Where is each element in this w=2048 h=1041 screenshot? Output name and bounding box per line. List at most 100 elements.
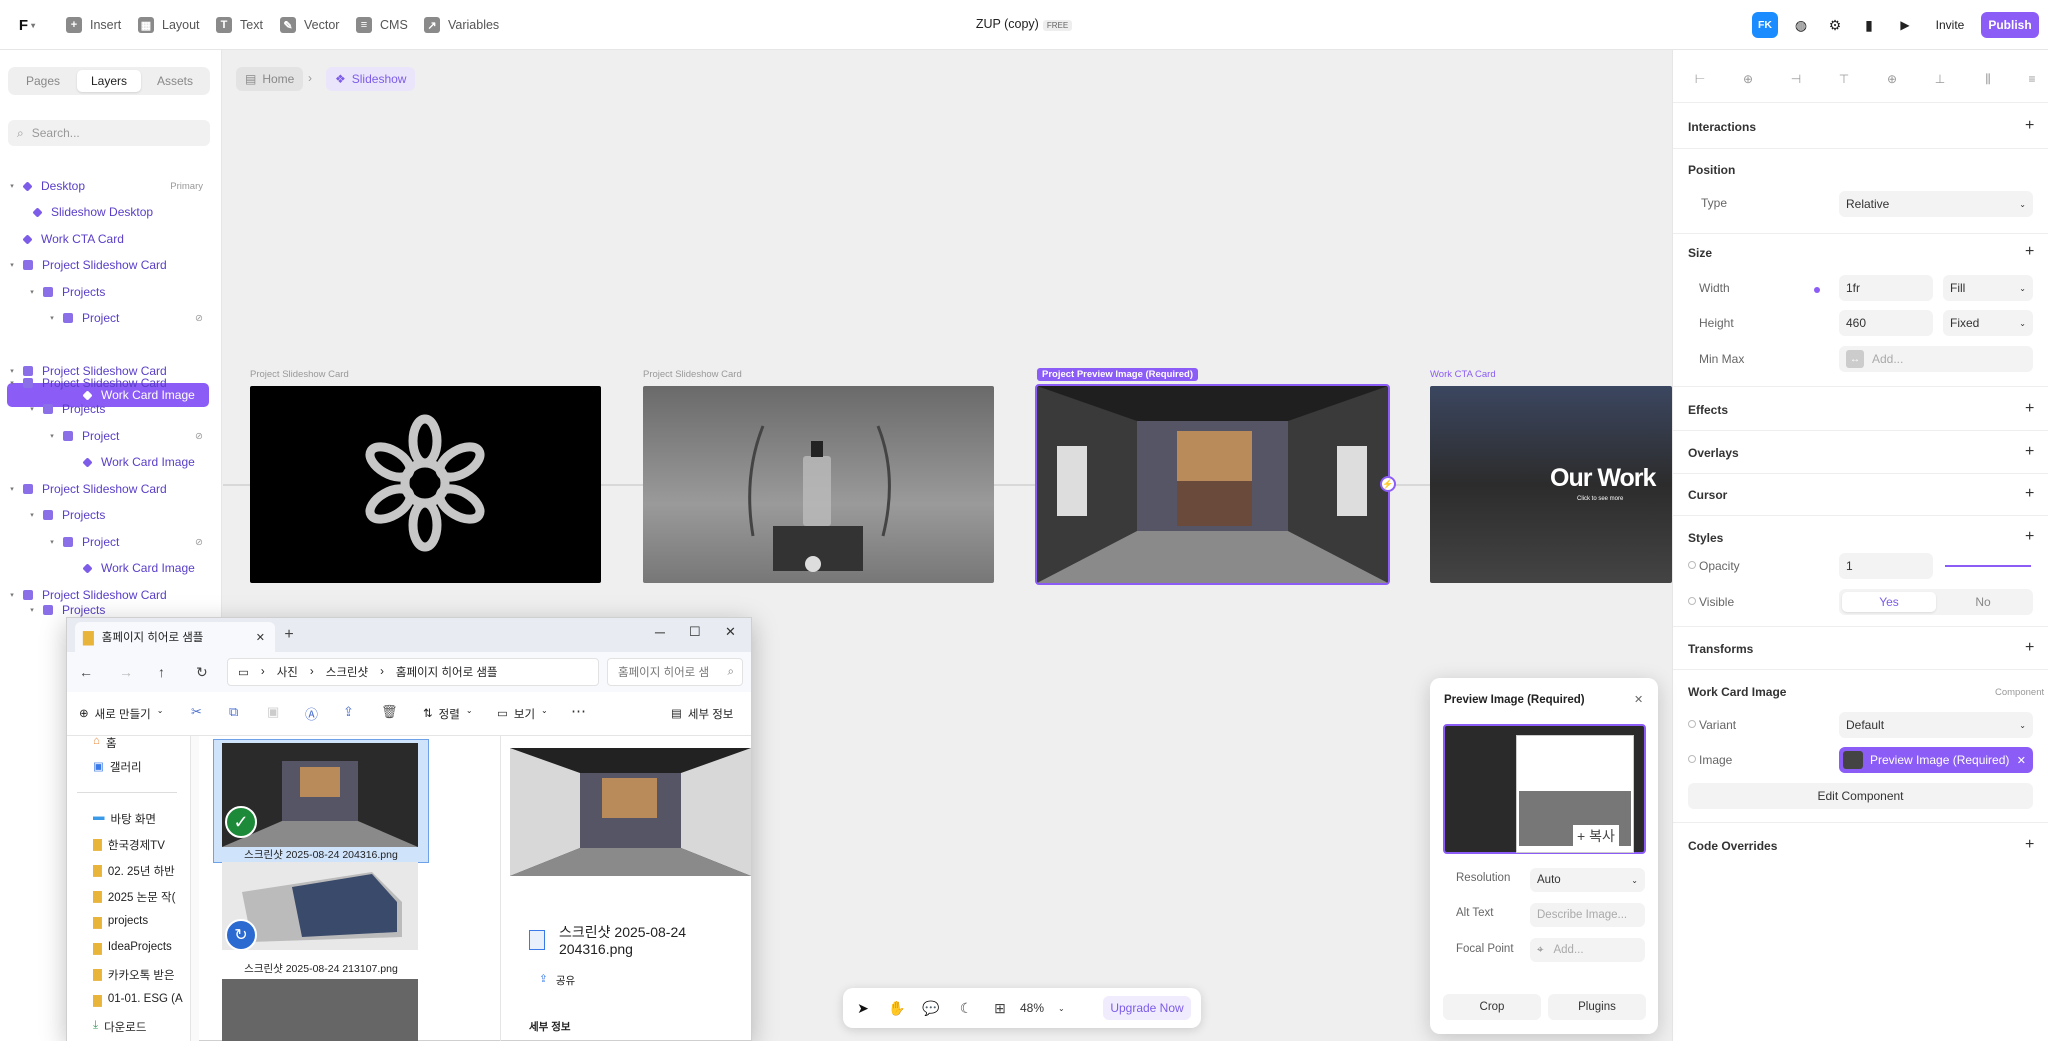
delete-icon[interactable]: 🗑 <box>381 704 398 720</box>
insert-button[interactable]: + Insert <box>66 14 121 36</box>
share-icon[interactable]: ⇪ <box>343 704 354 720</box>
nav-desktop[interactable]: ▬ 바탕 화면 <box>93 811 185 827</box>
layout-button[interactable]: ▦ Layout <box>138 14 200 36</box>
layer-item[interactable]: ▾ Projects <box>7 503 209 527</box>
dark-mode-icon[interactable]: ☾ <box>954 996 978 1020</box>
add-overlay-icon[interactable]: + <box>2025 444 2034 460</box>
vector-button[interactable]: ✎ Vector <box>280 14 339 36</box>
breadcrumb-home[interactable]: ▤ Home <box>236 67 304 91</box>
address-path[interactable]: ▭ › 사진 › 스크린샷 › 홈페이지 히어로 샘플 <box>227 658 599 686</box>
link-dimensions-icon[interactable] <box>1814 287 1820 293</box>
align-bottom-icon[interactable]: ⊥ <box>1933 72 1947 86</box>
refresh-icon[interactable]: ↻ <box>196 664 208 681</box>
nav-folder[interactable]: ▇ projects <box>93 915 185 929</box>
paste-icon[interactable]: ▣ <box>267 704 279 720</box>
grid-icon[interactable]: ⊞ <box>988 996 1012 1020</box>
nav-home[interactable]: ⌂ 홈 <box>93 735 117 751</box>
nav-folder[interactable]: ▇ 카카오톡 받은 <box>93 967 185 983</box>
layer-item[interactable]: ▾ Project Slideshow Card <box>7 371 209 395</box>
breadcrumb-slideshow[interactable]: ❖ Slideshow <box>326 67 416 91</box>
text-button[interactable]: T Text <box>216 14 263 36</box>
opacity-slider[interactable] <box>1945 565 2031 567</box>
width-input[interactable]: 1fr <box>1839 275 1933 301</box>
cut-icon[interactable]: ✂ <box>191 704 202 720</box>
new-tab-icon[interactable]: + <box>275 626 303 644</box>
remove-icon[interactable]: ✕ <box>2017 754 2026 767</box>
resolution-select[interactable]: Auto ⌄ <box>1530 868 1645 892</box>
layer-item[interactable]: Slideshow Desktop <box>7 200 209 224</box>
copy-icon[interactable]: ⧉ <box>229 704 238 720</box>
nav-folder[interactable]: ▇ IdeaProjects <box>93 941 185 955</box>
distribute-v-icon[interactable]: ≡ <box>2025 72 2039 86</box>
forward-icon[interactable]: → <box>119 664 133 680</box>
nav-folder[interactable]: ▇ 02. 25년 하반 <box>93 863 185 879</box>
add-interaction-icon[interactable]: + <box>2025 118 2034 134</box>
select-tool-icon[interactable]: ➤ <box>851 996 875 1020</box>
variable-dot-icon[interactable] <box>1688 755 1696 763</box>
align-center-h-icon[interactable]: ⊕ <box>1741 72 1755 86</box>
layer-item[interactable]: ▾ Projects <box>7 397 209 421</box>
settings-icon[interactable]: ⚙ <box>1822 12 1848 38</box>
opacity-input[interactable]: 1 <box>1839 553 1933 579</box>
height-mode-select[interactable]: Fixed ⌄ <box>1943 310 2033 336</box>
width-mode-select[interactable]: Fill ⌄ <box>1943 275 2033 301</box>
sort-button[interactable]: ⇅ 정렬 ⌄ <box>423 706 473 722</box>
play-preview-icon[interactable]: ▶ <box>1892 12 1918 38</box>
zoom-select[interactable]: 48% ⌄ <box>1020 996 1075 1020</box>
tab-assets[interactable]: Assets <box>143 70 207 92</box>
tab-pages[interactable]: Pages <box>11 70 75 92</box>
add-transform-icon[interactable]: + <box>2025 640 2034 656</box>
crop-button[interactable]: Crop <box>1443 994 1541 1020</box>
nav-downloads[interactable]: ⤓ 다운로드 <box>93 1019 185 1035</box>
hand-tool-icon[interactable]: ✋ <box>885 996 909 1020</box>
upgrade-button[interactable]: Upgrade Now <box>1103 996 1191 1020</box>
close-window-icon[interactable]: ✕ <box>725 624 736 640</box>
rename-icon[interactable]: Ⓐ <box>305 704 318 723</box>
work-cta-card[interactable]: Our Work Click to see more <box>1430 386 1672 583</box>
explorer-tab[interactable]: ▇ 홈페이지 히어로 샘플 ✕ <box>75 622 275 652</box>
image-variable-field[interactable]: Preview Image (Required) ✕ <box>1839 747 2033 773</box>
variable-dot-icon[interactable] <box>1688 720 1696 728</box>
layer-item[interactable]: ▾ Desktop Primary <box>7 174 209 198</box>
plugins-button[interactable]: Plugins <box>1548 994 1646 1020</box>
nav-folder[interactable]: ▇ 한국경제TV <box>93 837 185 853</box>
globe-icon[interactable]: ◍ <box>1788 12 1814 38</box>
layer-search-input[interactable]: ⌕ Search... <box>8 120 210 146</box>
layer-item[interactable]: ▾ Project ⊘ <box>7 530 209 554</box>
add-code-override-icon[interactable]: + <box>2025 837 2034 853</box>
layer-item[interactable]: Work Card Image <box>7 450 209 474</box>
layer-item[interactable]: ▾ Project ⊘ <box>7 424 209 448</box>
analytics-icon[interactable]: ▮ <box>1856 12 1882 38</box>
visible-yes-option[interactable]: Yes <box>1842 592 1936 612</box>
variables-button[interactable]: ↗ Variables <box>424 14 499 36</box>
layer-item[interactable]: Work Card Image <box>7 556 209 580</box>
nav-folder[interactable]: ▇ 2025 논문 작( <box>93 889 185 905</box>
close-icon[interactable]: ✕ <box>1634 693 1643 706</box>
layer-item[interactable]: ▾ Project Slideshow Card <box>7 477 209 501</box>
close-tab-icon[interactable]: ✕ <box>256 631 265 644</box>
height-input[interactable]: 460 <box>1839 310 1933 336</box>
minimize-icon[interactable]: ─ <box>655 624 665 640</box>
variable-dot-icon[interactable] <box>1688 561 1696 569</box>
add-effect-icon[interactable]: + <box>2025 401 2034 417</box>
variant-select[interactable]: Default ⌄ <box>1839 712 2033 738</box>
avatar[interactable]: FK <box>1752 12 1778 38</box>
publish-button[interactable]: Publish <box>1981 12 2039 38</box>
more-options-icon[interactable]: ⋯ <box>571 702 586 720</box>
slide-card-gallery-selected[interactable] <box>1035 384 1390 585</box>
layer-item[interactable]: ▾ Project ⊘ <box>7 306 209 330</box>
up-icon[interactable]: ↑ <box>158 664 165 680</box>
tab-layers[interactable]: Layers <box>77 70 141 92</box>
align-right-icon[interactable]: ⊣ <box>1789 72 1803 86</box>
file-thumbnail[interactable] <box>222 979 418 1041</box>
variable-dot-icon[interactable] <box>1688 597 1696 605</box>
slide-card-flower[interactable] <box>250 386 601 583</box>
minmax-input[interactable]: ↔ Add... <box>1839 346 2033 372</box>
layer-item[interactable]: ▾ Project Slideshow Card <box>7 253 209 277</box>
explorer-search-input[interactable]: 홈페이지 히어로 샘 ⌕ <box>607 658 743 686</box>
invite-button[interactable]: Invite <box>1925 12 1975 38</box>
back-icon[interactable]: ← <box>79 664 93 680</box>
cms-button[interactable]: ≡ CMS <box>356 14 408 36</box>
comment-tool-icon[interactable]: 💬 <box>919 996 943 1020</box>
edit-component-button[interactable]: Edit Component <box>1688 783 2033 809</box>
